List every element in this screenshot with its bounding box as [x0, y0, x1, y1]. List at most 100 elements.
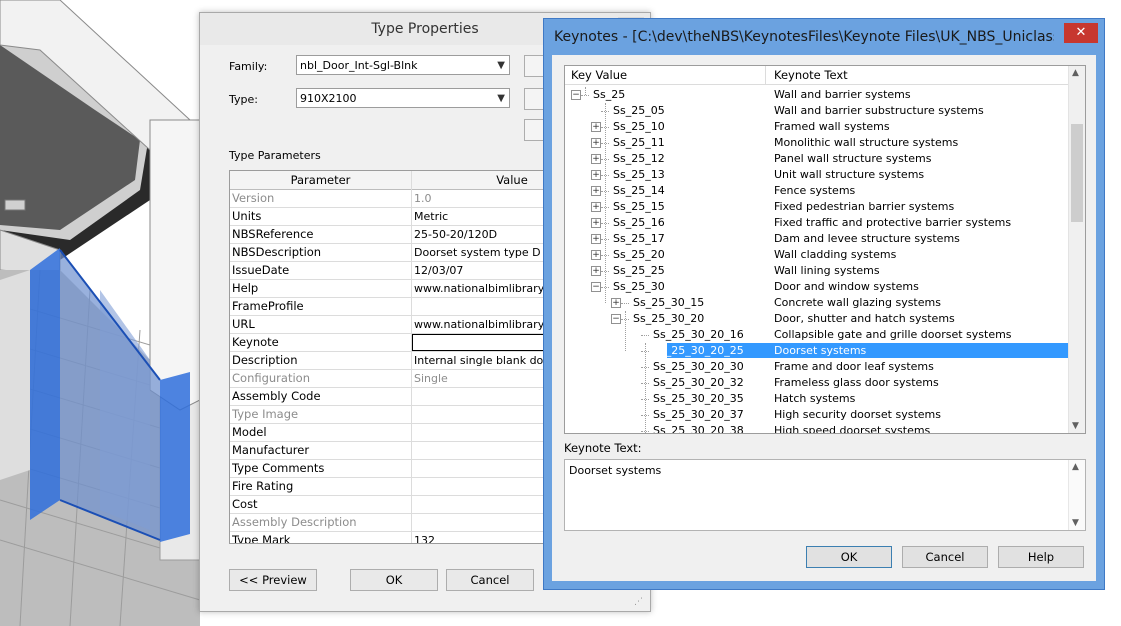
tree-guide-line: [645, 343, 646, 433]
table-row[interactable]: Help www.nationalbimlibrary.: [230, 280, 570, 298]
expand-icon[interactable]: +: [591, 170, 601, 180]
tree-item[interactable]: − Ss_25 Wall and barrier systems: [565, 87, 1069, 103]
parameter-name: Assembly Description: [232, 515, 357, 529]
table-row[interactable]: Type Mark 132: [230, 532, 570, 543]
tree-item[interactable]: + Ss_25_16 Fixed traffic and protective ba…: [565, 215, 1069, 231]
scrollbar-thumb[interactable]: [1071, 124, 1083, 222]
table-row[interactable]: Cost: [230, 496, 570, 514]
key-value: Ss_25_30_15: [633, 296, 705, 309]
key-value: Ss_25_13: [613, 168, 665, 181]
parameter-name: Cost: [232, 497, 258, 511]
table-row[interactable]: Model: [230, 424, 570, 442]
tree-item[interactable]: + Ss_25_25 Wall lining systems: [565, 263, 1069, 279]
expand-icon[interactable]: +: [591, 154, 601, 164]
tp-cancel-button[interactable]: Cancel: [446, 569, 534, 591]
tree-item[interactable]: + Ss_25_17 Dam and levee structure systems: [565, 231, 1069, 247]
tree-item[interactable]: + Ss_25_10 Framed wall systems: [565, 119, 1069, 135]
type-dropdown[interactable]: 910X2100 ▼: [296, 88, 510, 108]
tree-guide-line: [625, 311, 626, 351]
keynotes-cancel-button[interactable]: Cancel: [902, 546, 988, 568]
expand-icon[interactable]: +: [591, 202, 601, 212]
tree-item[interactable]: + Ss_25_30_15 Concrete wall glazing system…: [565, 295, 1069, 311]
key-value: Ss_25_14: [613, 184, 665, 197]
tree-connector: [641, 335, 649, 336]
table-row[interactable]: Keynote: [230, 334, 570, 352]
key-value: Ss_25_20: [613, 248, 665, 261]
key-value: Ss_25_17: [613, 232, 665, 245]
table-row[interactable]: NBSReference 25-50-20/120D: [230, 226, 570, 244]
expand-icon[interactable]: +: [591, 122, 601, 132]
tree-item[interactable]: − Ss_25_30_20 Door, shutter and hatch syst…: [565, 311, 1069, 327]
tree-item[interactable]: + Ss_25_14 Fence systems: [565, 183, 1069, 199]
keynote-text: Fixed traffic and protective barrier sys…: [774, 216, 1012, 229]
tree-item[interactable]: Ss_25_30_20_35 Hatch systems: [565, 391, 1069, 407]
keynote-text-box[interactable]: Doorset systems ▲ ▼: [564, 459, 1086, 531]
keynote-text: Framed wall systems: [774, 120, 890, 133]
tree-item[interactable]: Ss_25_30_20_37 High security doorset syst…: [565, 407, 1069, 423]
expand-icon[interactable]: +: [591, 218, 601, 228]
table-row[interactable]: Assembly Code: [230, 388, 570, 406]
key-value: Ss_25_30_20_16: [653, 328, 744, 341]
table-row[interactable]: Fire Rating: [230, 478, 570, 496]
table-row[interactable]: Manufacturer: [230, 442, 570, 460]
family-dropdown[interactable]: nbl_Door_Int-Sgl-Blnk ▼: [296, 55, 510, 75]
expand-icon[interactable]: +: [591, 138, 601, 148]
tree-item[interactable]: Ss_25_30_20_38 High speed doorset systems: [565, 423, 1069, 434]
table-row[interactable]: Description Internal single blank doo: [230, 352, 570, 370]
text-scrollbar[interactable]: ▲ ▼: [1068, 460, 1085, 530]
collapse-icon[interactable]: −: [571, 90, 581, 100]
type-value: 910X2100: [300, 92, 357, 105]
tree-item[interactable]: + Ss_25_15 Fixed pedestrian barrier system…: [565, 199, 1069, 215]
table-row[interactable]: NBSDescription Doorset system type D: [230, 244, 570, 262]
tree-item[interactable]: + Ss_25_13 Unit wall structure systems: [565, 167, 1069, 183]
table-row[interactable]: FrameProfile: [230, 298, 570, 316]
resize-grip-icon[interactable]: ⋰: [634, 597, 644, 607]
tree-item[interactable]: + Ss_25_11 Monolithic wall structure syste…: [565, 135, 1069, 151]
tree-item[interactable]: Ss_25_30_20_25 Doorset systems: [565, 343, 1069, 359]
tree-connector: [621, 303, 629, 304]
tree-item[interactable]: Ss_25_30_20_32 Frameless glass door syste…: [565, 375, 1069, 391]
keynotes-ok-button[interactable]: OK: [806, 546, 892, 568]
tree-scrollbar[interactable]: ▲ ▼: [1068, 66, 1085, 433]
expand-icon[interactable]: +: [591, 250, 601, 260]
column-divider: [411, 171, 412, 543]
tree-item[interactable]: Ss_25_30_20_16 Collapsible gate and grill…: [565, 327, 1069, 343]
collapse-icon[interactable]: −: [611, 314, 621, 324]
table-row[interactable]: Units Metric: [230, 208, 570, 226]
collapse-icon[interactable]: −: [591, 282, 601, 292]
key-value: Ss_25_11: [613, 136, 665, 149]
table-row[interactable]: IssueDate 12/03/07: [230, 262, 570, 280]
expand-icon[interactable]: +: [591, 234, 601, 244]
expand-icon[interactable]: +: [591, 186, 601, 196]
table-row[interactable]: Configuration Single: [230, 370, 570, 388]
keynote-text: High security doorset systems: [774, 408, 941, 421]
table-row[interactable]: Version 1.0: [230, 190, 570, 208]
table-row[interactable]: Type Comments: [230, 460, 570, 478]
tree-item[interactable]: + Ss_25_12 Panel wall structure systems: [565, 151, 1069, 167]
tree-item[interactable]: Ss_25_05 Wall and barrier substructure sy…: [565, 103, 1069, 119]
table-row[interactable]: Type Image: [230, 406, 570, 424]
keynote-text: High speed doorset systems: [774, 424, 931, 434]
tp-ok-button[interactable]: OK: [350, 569, 438, 591]
keynote-text: Fixed pedestrian barrier systems: [774, 200, 955, 213]
tree-item[interactable]: Ss_25_30_20_30 Frame and door leaf system…: [565, 359, 1069, 375]
key-value: Ss_25_15: [613, 200, 665, 213]
table-row[interactable]: Assembly Description: [230, 514, 570, 532]
scroll-down-icon[interactable]: ▼: [1072, 421, 1079, 431]
close-icon[interactable]: ✕: [1064, 23, 1098, 43]
tree-item[interactable]: + Ss_25_20 Wall cladding systems: [565, 247, 1069, 263]
keynotes-help-button[interactable]: Help: [998, 546, 1084, 568]
key-value: Ss_25_30_20_35: [653, 392, 744, 405]
expand-icon[interactable]: +: [611, 298, 621, 308]
key-value: Ss_25_30_20_37: [653, 408, 744, 421]
preview-button[interactable]: << Preview: [229, 569, 317, 591]
keynote-text: Wall lining systems: [774, 264, 880, 277]
scroll-up-icon[interactable]: ▲: [1072, 68, 1079, 78]
scroll-up-icon[interactable]: ▲: [1072, 462, 1079, 472]
tree-item[interactable]: − Ss_25_30 Door and window systems: [565, 279, 1069, 295]
tree-connector: [581, 95, 589, 96]
table-row[interactable]: URL www.nationalbimlibrary.: [230, 316, 570, 334]
expand-icon[interactable]: +: [591, 266, 601, 276]
scroll-down-icon[interactable]: ▼: [1072, 518, 1079, 528]
keynote-text: Fence systems: [774, 184, 856, 197]
